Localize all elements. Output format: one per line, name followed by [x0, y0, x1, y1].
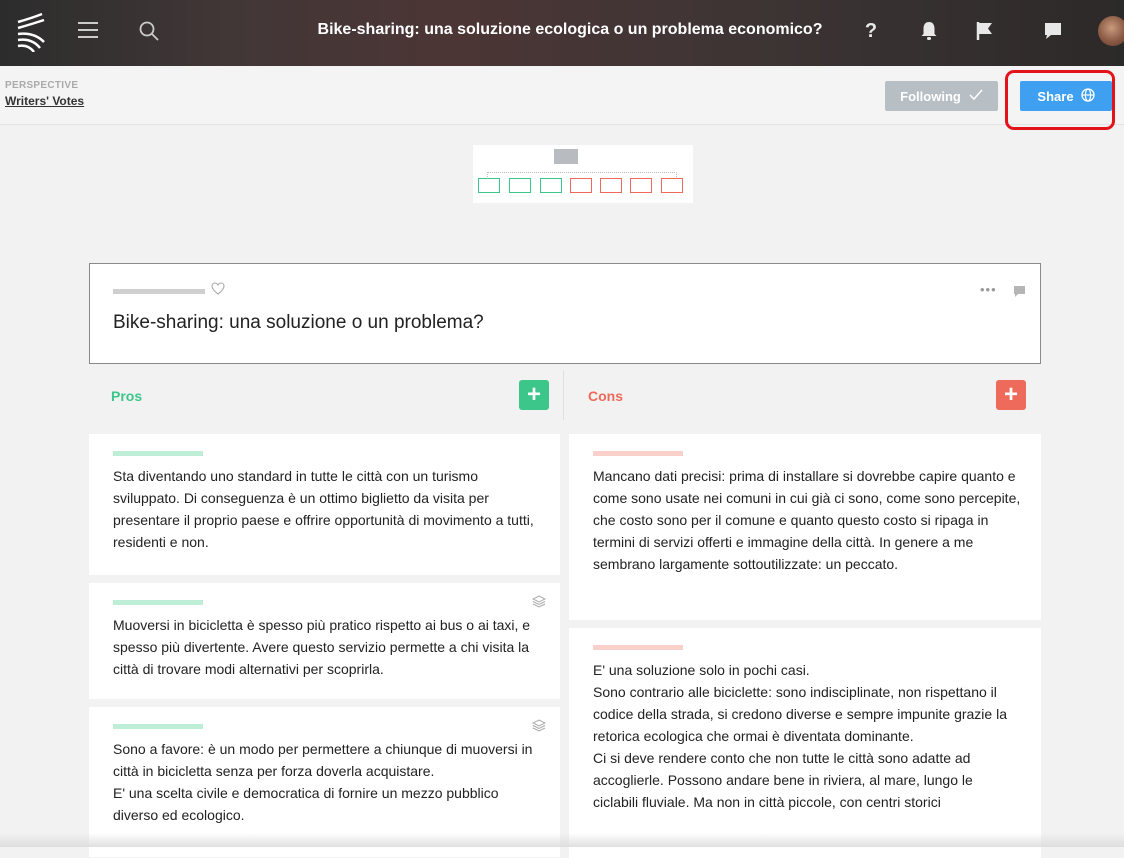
claim-text: Mancano dati precisi: prima di installar… [593, 468, 1021, 572]
discussion-minimap[interactable] [473, 145, 693, 203]
perspective-bar: PERSPECTIVE Writers' Votes Following Sha… [0, 66, 1124, 125]
minimap-con-node[interactable] [600, 178, 622, 193]
comment-icon[interactable] [1014, 284, 1025, 302]
minimap-root-node[interactable] [554, 149, 578, 164]
claim-text: E' una soluzione solo in pochi casi. Son… [593, 662, 1007, 810]
following-button[interactable]: Following [885, 81, 998, 111]
pros-column-header: Pros + [89, 370, 564, 420]
vote-bar [593, 451, 683, 456]
vote-bar [113, 724, 203, 729]
top-navigation-bar: Bike-sharing: una soluzione ecologica o … [0, 0, 1124, 66]
discussion-title: Bike-sharing: una soluzione ecologica o … [317, 21, 823, 38]
con-claim-card[interactable]: E' una soluzione solo in pochi casi. Son… [569, 628, 1041, 858]
perspective-selector[interactable]: Writers' Votes [5, 94, 84, 108]
kialo-logo-icon[interactable] [14, 12, 48, 53]
heart-icon[interactable] [211, 282, 225, 300]
minimap-con-node[interactable] [570, 178, 592, 193]
pros-label: Pros [111, 388, 143, 404]
vote-bar [593, 645, 683, 650]
vote-bar [113, 451, 203, 456]
thesis-card[interactable]: Bike-sharing: una soluzione o un problem… [89, 263, 1041, 364]
flag-icon[interactable] [972, 18, 998, 44]
minimap-pro-node[interactable] [509, 178, 531, 193]
cons-column-header: Cons + [566, 370, 1041, 420]
avatar[interactable] [1098, 16, 1124, 46]
checkmark-icon [969, 89, 983, 104]
thesis-text: Bike-sharing: una soluzione o un problem… [113, 312, 484, 333]
claim-text: Sta diventando uno standard in tutte le … [113, 468, 534, 550]
add-pro-button[interactable]: + [519, 380, 549, 410]
more-options-icon[interactable]: ••• [980, 282, 997, 297]
chat-icon[interactable] [1040, 18, 1066, 44]
pro-claim-card[interactable]: Muoversi in bicicletta è spesso più prat… [89, 583, 560, 699]
vote-bar [113, 600, 203, 605]
minimap-con-node[interactable] [630, 178, 652, 193]
layers-icon[interactable] [531, 719, 547, 737]
minimap-pro-node[interactable] [540, 178, 562, 193]
minimap-con-node[interactable] [661, 178, 683, 193]
following-label: Following [900, 88, 961, 104]
search-icon[interactable] [138, 20, 160, 42]
layers-icon[interactable] [531, 595, 547, 613]
cons-label: Cons [588, 388, 623, 404]
perspective-label: PERSPECTIVE [5, 80, 79, 91]
vote-bar [113, 288, 205, 294]
bell-icon[interactable] [916, 18, 942, 44]
claim-text: Sono a favore: è un modo per permettere … [113, 741, 533, 823]
claim-meta [113, 282, 225, 300]
menu-icon[interactable] [78, 22, 98, 40]
add-con-button[interactable]: + [996, 380, 1026, 410]
help-icon[interactable]: ? [858, 18, 884, 44]
minimap-pro-node[interactable] [478, 178, 500, 193]
claim-text: Muoversi in bicicletta è spesso più prat… [113, 617, 531, 677]
pro-claim-card[interactable]: Sta diventando uno standard in tutte le … [89, 434, 560, 575]
share-highlight-annotation [1005, 70, 1115, 130]
bottom-scroll-shadow [0, 833, 1124, 847]
con-claim-card[interactable]: Mancano dati precisi: prima di installar… [569, 434, 1041, 620]
